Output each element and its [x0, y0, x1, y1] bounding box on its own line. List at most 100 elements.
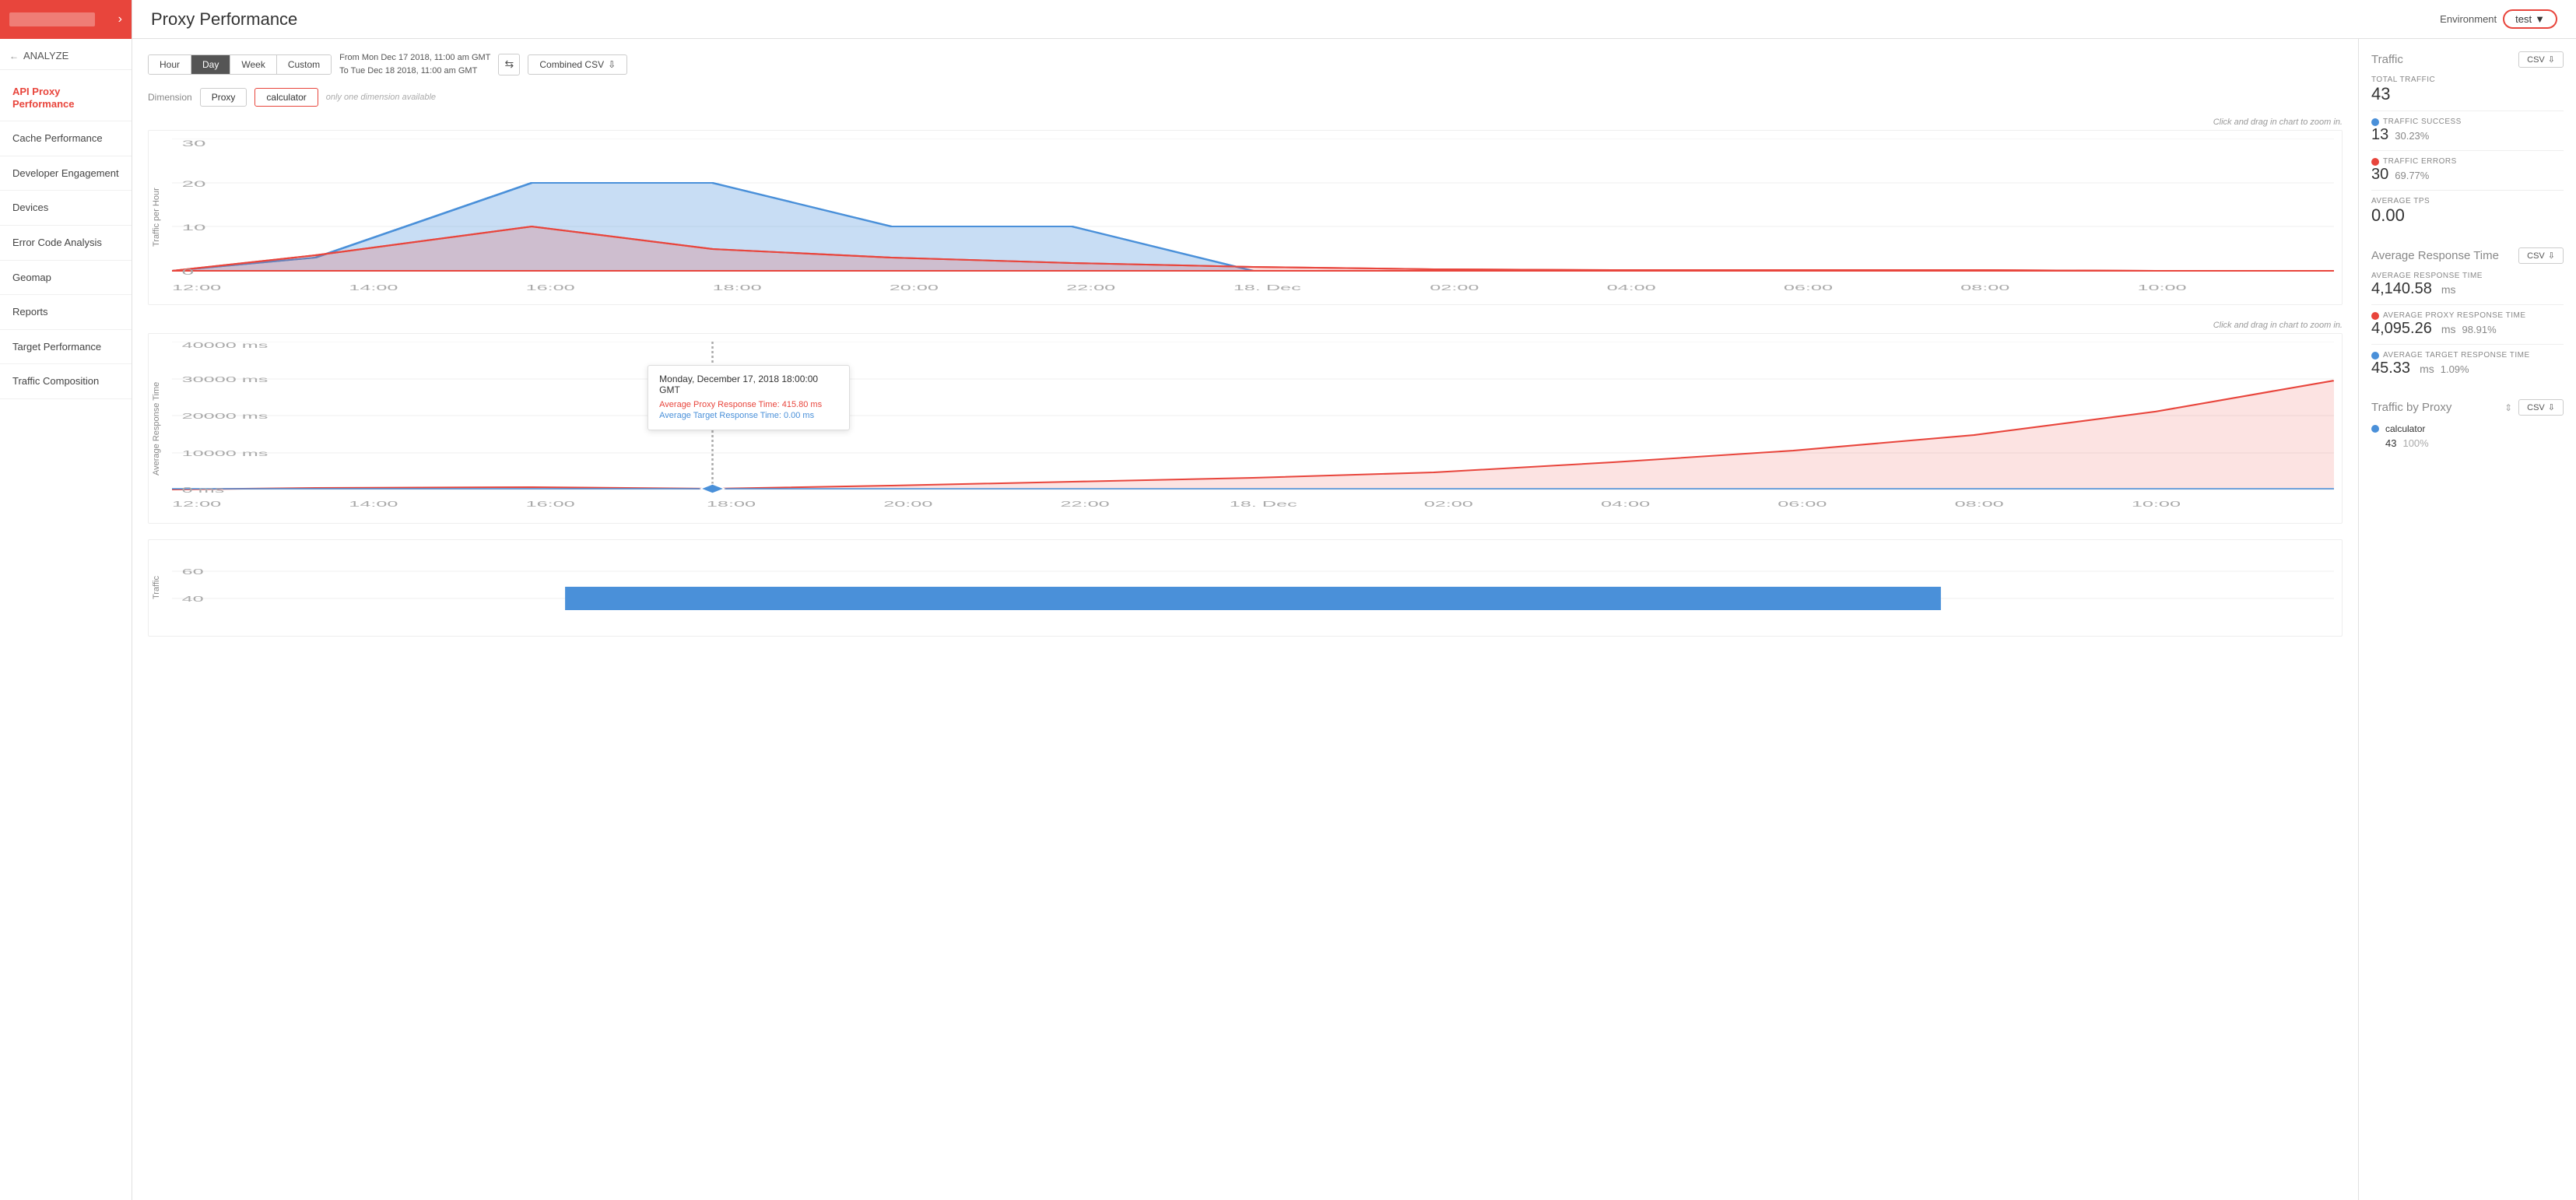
svg-text:12:00: 12:00: [172, 500, 221, 509]
chart1-svg-area[interactable]: 0 10 20 30 12:00 14:00 16:00 18:00 20:00: [172, 139, 2334, 296]
sidebar-item-reports[interactable]: Reports: [0, 295, 132, 330]
date-to: To Tue Dec 18 2018, 11:00 am GMT: [339, 65, 490, 78]
svg-text:02:00: 02:00: [1424, 500, 1473, 509]
svg-text:18. Dec: 18. Dec: [1234, 284, 1301, 293]
svg-text:18. Dec: 18. Dec: [1230, 500, 1297, 509]
proxy-card-header: Traffic by Proxy ⇕ CSV ⇩: [2371, 399, 2564, 416]
swap-icon[interactable]: ⇆: [498, 54, 520, 75]
svg-text:20: 20: [182, 180, 206, 189]
svg-text:18:00: 18:00: [713, 284, 762, 293]
avg-response-label: AVERAGE RESPONSE TIME: [2371, 272, 2564, 280]
time-btn-week[interactable]: Week: [230, 55, 276, 74]
response-chart-panel: Click and drag in chart to zoom in. Aver…: [148, 321, 2343, 524]
target-response-values: 45.33 ms 1.09%: [2371, 360, 2564, 377]
svg-text:14:00: 14:00: [349, 284, 398, 293]
analyze-label: ANALYZE: [23, 50, 68, 61]
total-traffic-value: 43: [2371, 84, 2564, 104]
sidebar-item-error-code-analysis[interactable]: Error Code Analysis: [0, 226, 132, 261]
svg-text:06:00: 06:00: [1784, 284, 1833, 293]
traffic-card-header: Traffic CSV ⇩: [2371, 51, 2564, 68]
dimension-label: Dimension: [148, 92, 192, 103]
bar-chart-container: Traffic 60 40: [148, 539, 2343, 637]
proxy-response-dot: [2371, 312, 2379, 320]
time-btn-day[interactable]: Day: [191, 55, 230, 74]
svg-text:04:00: 04:00: [1601, 500, 1650, 509]
bar-chart-panel: Traffic 60 40: [148, 539, 2343, 637]
svg-text:18:00: 18:00: [707, 500, 756, 509]
content-area: HourDayWeekCustom From Mon Dec 17 2018, …: [132, 39, 2576, 1200]
sidebar-nav: API Proxy PerformanceCache PerformanceDe…: [0, 70, 132, 1200]
chart3-svg-area: 60 40: [172, 548, 2334, 628]
traffic-chart-panel: Click and drag in chart to zoom in. Traf…: [148, 118, 2343, 305]
env-badge[interactable]: test ▼: [2503, 9, 2557, 29]
date-range: From Mon Dec 17 2018, 11:00 am GMT To Tu…: [339, 51, 490, 77]
svg-text:14:00: 14:00: [349, 500, 398, 509]
proxy-calculator-dot: [2371, 425, 2379, 433]
sidebar-chevron-icon[interactable]: ›: [118, 12, 122, 26]
svg-text:10:00: 10:00: [2132, 500, 2181, 509]
chart2-svg-area[interactable]: 0 ms 10000 ms 20000 ms 30000 ms 40000 ms…: [172, 342, 2334, 515]
target-response-label: AVERAGE TARGET RESPONSE TIME: [2371, 351, 2564, 360]
svg-text:02:00: 02:00: [1430, 284, 1479, 293]
response-chart-container[interactable]: Average Response Time: [148, 333, 2343, 524]
traffic-success-label: TRAFFIC SUCCESS: [2371, 118, 2564, 126]
chart1-zoom-hint: Click and drag in chart to zoom in.: [148, 118, 2343, 127]
avg-tps-value: 0.00: [2371, 205, 2564, 226]
traffic-errors-row: TRAFFIC ERRORS 30 69.77%: [2371, 157, 2564, 184]
sidebar-item-cache-performance[interactable]: Cache Performance: [0, 121, 132, 156]
svg-text:30: 30: [182, 139, 206, 149]
svg-text:20000 ms: 20000 ms: [182, 412, 268, 421]
analyze-nav[interactable]: ← ANALYZE: [0, 39, 132, 70]
response-stat-card: Average Response Time CSV ⇩ AVERAGE RESP…: [2371, 247, 2564, 377]
proxy-stat-card: Traffic by Proxy ⇕ CSV ⇩ calculator 43: [2371, 399, 2564, 449]
traffic-csv-button[interactable]: CSV ⇩: [2518, 51, 2564, 68]
sidebar: › ← ANALYZE API Proxy PerformanceCache P…: [0, 0, 132, 1200]
svg-text:12:00: 12:00: [172, 284, 221, 293]
sidebar-item-api-proxy-performance[interactable]: API Proxy Performance: [0, 75, 132, 121]
svg-text:60: 60: [182, 568, 204, 577]
avg-response-row: AVERAGE RESPONSE TIME 4,140.58 ms: [2371, 272, 2564, 298]
dimension-only-label: only one dimension available: [326, 93, 436, 102]
svg-text:30000 ms: 30000 ms: [182, 376, 268, 384]
target-response-dot: [2371, 352, 2379, 360]
sidebar-item-developer-engagement[interactable]: Developer Engagement: [0, 156, 132, 191]
proxy-csv-button[interactable]: CSV ⇩: [2518, 399, 2564, 416]
traffic-card-title: Traffic: [2371, 53, 2403, 66]
response-chart-svg: 0 ms 10000 ms 20000 ms 30000 ms 40000 ms…: [172, 342, 2334, 513]
svg-text:40000 ms: 40000 ms: [182, 342, 268, 350]
sidebar-item-traffic-composition[interactable]: Traffic Composition: [0, 364, 132, 399]
download-icon-proxy: ⇩: [2548, 402, 2555, 412]
page-title: Proxy Performance: [151, 9, 297, 30]
combined-csv-button[interactable]: Combined CSV ⇩: [528, 54, 627, 75]
sidebar-item-geomap[interactable]: Geomap: [0, 261, 132, 296]
svg-text:16:00: 16:00: [526, 500, 575, 509]
back-arrow-icon: ←: [9, 51, 19, 61]
errors-dot: [2371, 158, 2379, 166]
chart2-y-label: Average Response Time: [149, 342, 172, 515]
traffic-chart-container[interactable]: Traffic per Hour: [148, 130, 2343, 305]
download-icon-traffic: ⇩: [2548, 54, 2555, 65]
dimension-calculator-tag[interactable]: calculator: [254, 88, 318, 107]
time-btn-custom[interactable]: Custom: [277, 55, 331, 74]
topbar: Proxy Performance Environment test ▼: [132, 0, 2576, 39]
svg-text:08:00: 08:00: [1955, 500, 2004, 509]
response-csv-button[interactable]: CSV ⇩: [2518, 247, 2564, 264]
sort-icon[interactable]: ⇕: [2504, 402, 2512, 413]
chart2-zoom-hint: Click and drag in chart to zoom in.: [148, 321, 2343, 330]
response-card-header: Average Response Time CSV ⇩: [2371, 247, 2564, 264]
svg-text:10000 ms: 10000 ms: [182, 450, 268, 458]
traffic-success-row: TRAFFIC SUCCESS 13 30.23%: [2371, 118, 2564, 144]
sidebar-item-devices[interactable]: Devices: [0, 191, 132, 226]
svg-text:08:00: 08:00: [1960, 284, 2009, 293]
response-card-title: Average Response Time: [2371, 249, 2499, 262]
traffic-errors-values: 30 69.77%: [2371, 166, 2564, 184]
avg-tps-label: AVERAGE TPS: [2371, 197, 2564, 205]
svg-text:40: 40: [182, 595, 204, 604]
main-content: Proxy Performance Environment test ▼ Hou…: [132, 0, 2576, 1200]
svg-text:16:00: 16:00: [526, 284, 575, 293]
time-btn-hour[interactable]: Hour: [149, 55, 191, 74]
sidebar-item-target-performance[interactable]: Target Performance: [0, 330, 132, 365]
proxy-item-calculator: calculator: [2371, 423, 2564, 434]
dimension-proxy-tag[interactable]: Proxy: [200, 88, 247, 107]
env-chevron-icon: ▼: [2535, 13, 2545, 25]
